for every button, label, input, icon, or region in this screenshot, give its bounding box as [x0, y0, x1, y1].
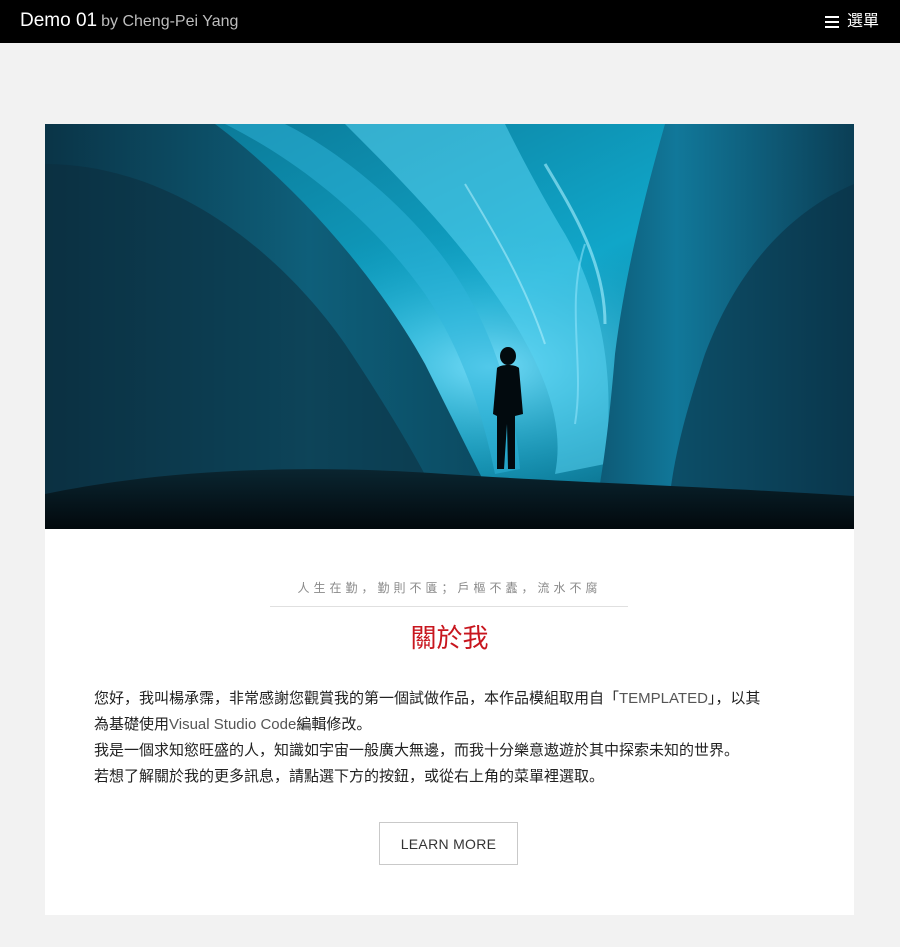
section-heading: 關於我 — [410, 624, 489, 654]
site-byline: by Cheng-Pei Yang — [101, 13, 239, 30]
vscode-text: Visual Studio Code — [169, 716, 297, 733]
tagline-quote: 人生在勤，勤則不匱；戶樞不蠹，流水不腐 — [297, 581, 602, 595]
section-divider — [270, 606, 628, 607]
learn-more-button[interactable]: LEARN MORE — [379, 822, 518, 865]
ice-cave-illustration — [45, 124, 854, 529]
menu-label[interactable]: 選單 — [847, 12, 879, 32]
top-navbar: Demo 01 by Cheng-Pei Yang 選單 — [0, 0, 900, 43]
hero-image — [45, 124, 854, 529]
menu-button[interactable]: 選單 — [824, 12, 879, 32]
about-line-4: 若想了解關於我的更多訊息，請點選下方的按鈕，或從右上角的菜單裡選取。 — [94, 768, 605, 785]
about-line-1: 您好，我叫楊承霈，非常感謝您觀賞我的第一個試做作品，本作品模組取用自「TEMPL… — [94, 690, 761, 707]
about-line-3: 我是一個求知慾旺盛的人，知識如宇宙一般廣大無邊，而我十分樂意遨遊於其中探索未知的… — [94, 742, 740, 759]
site-brand[interactable]: Demo 01 by Cheng-Pei Yang — [20, 9, 238, 34]
hamburger-menu-icon[interactable] — [824, 16, 839, 28]
site-title[interactable]: Demo 01 — [20, 10, 97, 31]
about-line-2: 為基礎使用Visual Studio Code編輯修改。 — [94, 716, 372, 733]
templated-link: TEMPLATED — [619, 690, 708, 707]
content-card: 人生在勤，勤則不匱；戶樞不蠹，流水不腐 關於我 您好，我叫楊承霈，非常感謝您觀賞… — [45, 124, 854, 915]
about-paragraph: 您好，我叫楊承霈，非常感謝您觀賞我的第一個試做作品，本作品模組取用自「TEMPL… — [94, 686, 814, 790]
